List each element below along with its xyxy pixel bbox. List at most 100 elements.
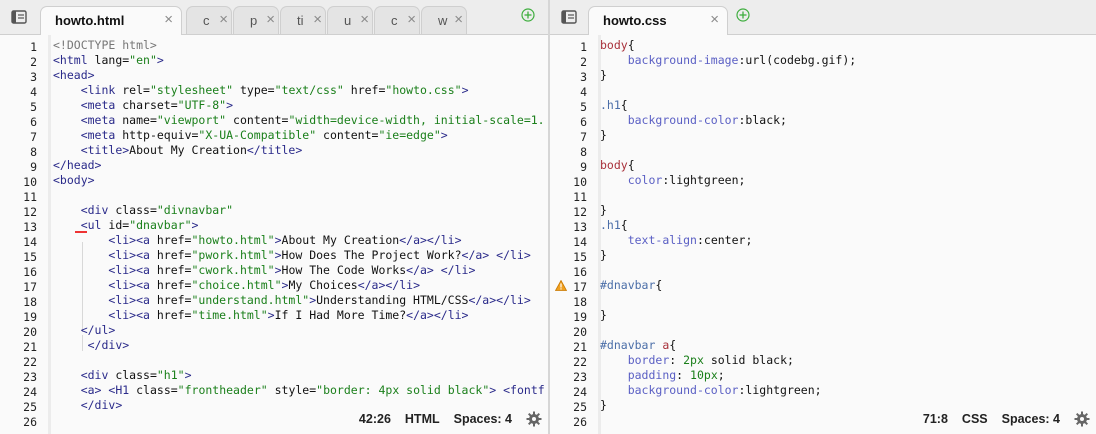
gear-icon[interactable] [526, 411, 542, 427]
code-token: padding [627, 368, 677, 382]
line-number: 4 [30, 85, 37, 99]
line-number: 2 [580, 55, 587, 69]
code-token: "en" [129, 53, 157, 67]
code-token: lang= [87, 53, 130, 67]
line-number: 14 [573, 235, 587, 249]
code-token: solid black [703, 353, 787, 367]
tab-1[interactable]: c × [186, 6, 232, 34]
code-token: About My Creation [129, 143, 247, 157]
code-token: body [600, 158, 628, 172]
code-line: background-color:lightgreen; [600, 383, 822, 398]
code-token: <body> [53, 173, 95, 187]
code-token: "frontheader" [177, 383, 268, 397]
line-number: 11 [573, 190, 587, 204]
code-token: .h1 [600, 218, 621, 232]
indent-setting[interactable]: Spaces: 4 [1002, 412, 1060, 426]
tab-5[interactable]: c × [374, 6, 420, 34]
code-token: #dnavbar [600, 338, 656, 352]
close-icon[interactable]: × [360, 11, 369, 28]
line-number: 14 [23, 235, 37, 249]
cursor-position[interactable]: 42:26 [359, 412, 391, 426]
tab-2[interactable]: p × [233, 6, 279, 34]
code-token: rel= [115, 83, 150, 97]
code-line: <!DOCTYPE html> [53, 38, 157, 53]
code-token: content= [316, 128, 379, 142]
tab-0[interactable]: howto.css × [588, 6, 728, 35]
code-token: <meta [80, 128, 116, 142]
tab-3[interactable]: ti × [280, 6, 326, 34]
code-token: text-align [627, 233, 697, 247]
html-code-area[interactable]: <!DOCTYPE html> <html lang="en"> <head> <l… [53, 35, 548, 434]
language-mode[interactable]: HTML [405, 412, 440, 426]
code-token: > [226, 98, 234, 112]
code-token: : [669, 353, 684, 367]
code-token: { [620, 98, 628, 112]
css-editor-pane: howto.css × 1 2 3 4 5 6 7 8 9 10 11 12 13 14 15 16 17 18 19… [550, 0, 1096, 434]
line-number: 21 [23, 340, 37, 354]
code-token: 10 [690, 368, 704, 382]
code-line: <html lang="en"> [53, 53, 164, 68]
close-icon[interactable]: × [407, 11, 416, 28]
code-line: <li><a href="time.html">If I Had More Ti… [53, 308, 468, 323]
code-token: "understand.html" [191, 293, 310, 307]
code-token: </div> [80, 398, 123, 412]
sidebar-toggle-icon[interactable] [561, 9, 577, 25]
line-number: 16 [23, 265, 37, 279]
line-number: 17 [23, 280, 37, 294]
warning-icon[interactable] [555, 280, 567, 291]
close-icon[interactable]: × [266, 11, 275, 28]
code-line: <meta http-equiv="X-UA-Compatible" conte… [53, 128, 448, 143]
code-token: href= [149, 308, 192, 322]
close-icon[interactable]: × [164, 11, 173, 28]
cursor-position[interactable]: 71:8 [923, 412, 948, 426]
code-token: <html [53, 53, 88, 67]
code-token: ; [849, 53, 857, 67]
close-icon[interactable]: × [710, 11, 719, 28]
code-line: body{ [600, 38, 635, 53]
add-tab-icon[interactable] [736, 8, 750, 22]
line-number: 26 [23, 415, 37, 429]
tab-6[interactable]: w × [421, 6, 467, 34]
line-number: 22 [573, 355, 587, 369]
tab-4[interactable]: u × [327, 6, 373, 34]
code-token: </a></li> [357, 278, 420, 292]
code-token: : [676, 368, 691, 382]
line-number: 2 [30, 55, 37, 69]
line-number: 9 [30, 160, 37, 174]
tab-label: w [438, 13, 448, 28]
close-icon[interactable]: × [313, 11, 322, 28]
line-number: 8 [30, 145, 37, 159]
code-line: } [600, 248, 607, 263]
gear-icon[interactable] [1074, 411, 1090, 427]
code-token: : [696, 233, 704, 247]
close-icon[interactable]: × [454, 11, 463, 28]
tab-0[interactable]: howto.html × [40, 6, 182, 35]
code-line: <body> [53, 173, 95, 188]
sidebar-toggle-icon[interactable] [11, 9, 27, 25]
add-tab-icon[interactable] [521, 8, 535, 22]
tab-label: howto.html [55, 13, 125, 28]
code-token: black [745, 113, 781, 127]
code-token: <fontf [503, 383, 545, 397]
css-code-area[interactable]: body{ background-image:url(codebg.gif);}… [600, 35, 1096, 434]
line-number: 8 [580, 145, 587, 159]
code-token: style= [267, 383, 317, 397]
language-mode[interactable]: CSS [962, 412, 988, 426]
code-editor[interactable]: 1 2 3 4 5 6 7 8 9 10 11 12 13 14 15 16 17 18 19 20 21 22 23 24 2… [0, 35, 548, 434]
code-token: background-image [627, 53, 739, 67]
tab-label: ti [297, 13, 304, 28]
line-number: 24 [23, 385, 37, 399]
indent-setting[interactable]: Spaces: 4 [454, 412, 512, 426]
code-token: <meta [80, 98, 116, 112]
code-editor[interactable]: 1 2 3 4 5 6 7 8 9 10 11 12 13 14 15 16 17 18 19 20 21 22 23 24 2… [550, 35, 1096, 434]
code-token: </head> [53, 158, 102, 172]
code-token: </a></li> [406, 308, 469, 322]
close-icon[interactable]: × [219, 11, 228, 28]
